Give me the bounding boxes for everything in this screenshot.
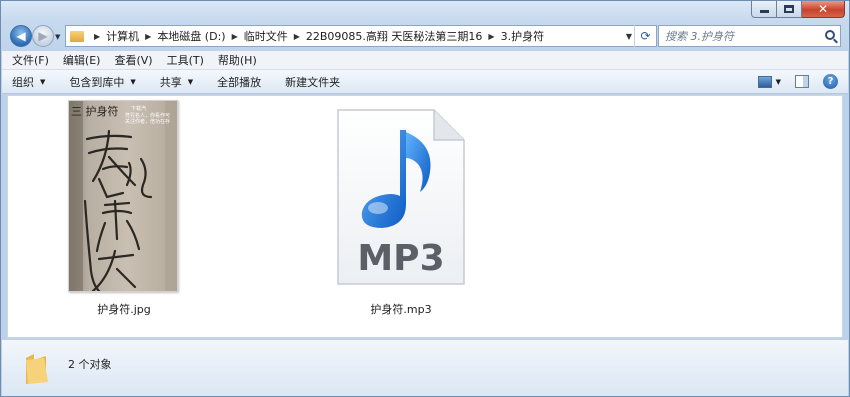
search-box[interactable]: 搜索 3.护身符 — [658, 25, 841, 47]
file-list-area[interactable]: 三 护身符 下载汽 符咒名人，你看作可 关注你者，倍功在存 护身符.jpg MP… — [7, 95, 843, 338]
menu-bar: 文件(F) 编辑(E) 查看(V) 工具(T) 帮助(H) — [2, 51, 848, 70]
share-button[interactable]: 共享 ▼ — [160, 74, 193, 90]
address-bar[interactable]: ▶ 计算机 ▶ 本地磁盘 (D:) ▶ 临时文件 ▶ 22B09085.高翔 天… — [65, 25, 657, 47]
new-folder-label: 新建文件夹 — [285, 75, 341, 89]
recent-pages-dropdown[interactable]: ▼ — [55, 33, 60, 41]
view-dropdown-icon[interactable]: ▼ — [776, 78, 781, 86]
menu-view[interactable]: 查看(V) — [114, 52, 152, 68]
include-library-button[interactable]: 包含到库中 ▼ — [69, 74, 135, 90]
breadcrumb-current[interactable]: 3.护身符 — [501, 28, 545, 44]
breadcrumb-course[interactable]: 22B09085.高翔 天医秘法第三期16 — [306, 28, 483, 44]
play-all-button[interactable]: 全部播放 — [217, 74, 261, 90]
include-library-label: 包含到库中 — [69, 75, 125, 89]
explorer-window: ✕ ◀ ▶ ▼ ▶ 计算机 ▶ 本地磁盘 (D:) ▶ 临时文件 ▶ 22B09… — [0, 0, 850, 397]
minimize-button[interactable] — [751, 1, 777, 18]
file-name-mp3[interactable]: 护身符.mp3 — [326, 301, 476, 317]
breadcrumb-chevron-icon[interactable]: ▶ — [294, 32, 300, 41]
breadcrumb-drive[interactable]: 本地磁盘 (D:) — [157, 28, 225, 44]
breadcrumb-chevron-icon[interactable]: ▶ — [145, 32, 151, 41]
breadcrumb-temp[interactable]: 临时文件 — [244, 28, 288, 44]
menu-tools[interactable]: 工具(T) — [167, 52, 204, 68]
menu-help[interactable]: 帮助(H) — [218, 52, 257, 68]
minimize-icon — [759, 10, 769, 13]
forward-button[interactable]: ▶ — [32, 25, 54, 47]
file-name-jpg[interactable]: 护身符.jpg — [60, 301, 188, 317]
view-controls: ▼ ? — [757, 74, 838, 89]
chevron-down-icon: ▼ — [187, 77, 194, 86]
image-thumbnail: 三 护身符 下载汽 符咒名人，你看作可 关注你者，倍功在存 — [68, 100, 178, 292]
forward-arrow-icon: ▶ — [38, 29, 48, 43]
breadcrumb-chevron-icon[interactable]: ▶ — [94, 32, 100, 41]
thumbnail-note2: 关注你者，倍功在存 — [125, 118, 170, 125]
item-count: 2 个对象 — [68, 358, 112, 371]
refresh-icon: ⟳ — [640, 29, 651, 43]
mp3-badge: MP3 — [357, 238, 445, 279]
address-dropdown-icon[interactable]: ▼ — [626, 32, 632, 41]
close-icon: ✕ — [817, 2, 829, 16]
help-icon[interactable]: ? — [823, 74, 838, 89]
maximize-icon — [784, 5, 794, 13]
back-button[interactable]: ◀ — [10, 25, 32, 47]
maximize-button[interactable] — [777, 1, 802, 18]
share-label: 共享 — [159, 75, 182, 89]
new-folder-button[interactable]: 新建文件夹 — [285, 74, 340, 90]
thumbnail-note1: 符咒名人，你看作可 — [125, 112, 170, 119]
change-view-icon[interactable] — [757, 75, 772, 88]
thumbnail-title: 三 护身符 — [71, 104, 119, 118]
command-bar: 组织 ▼ 包含到库中 ▼ 共享 ▼ 全部播放 新建文件夹 ▼ ? — [2, 70, 848, 94]
file-item-mp3[interactable]: MP3 护身符.mp3 — [326, 108, 476, 316]
refresh-button[interactable]: ⟳ — [634, 25, 656, 47]
play-all-label: 全部播放 — [217, 75, 262, 89]
organize-label: 组织 — [12, 75, 34, 89]
chevron-down-icon: ▼ — [40, 77, 46, 86]
preview-pane-icon[interactable] — [795, 75, 809, 88]
thumbnail-sign: 下载汽 — [131, 105, 146, 112]
folder-icon — [70, 30, 84, 42]
navigation-row: ◀ ▶ ▼ ▶ 计算机 ▶ 本地磁盘 (D:) ▶ 临时文件 ▶ 22B0908… — [7, 23, 843, 49]
talisman-drawing: 三 护身符 下载汽 符咒名人，你看作可 关注你者，倍功在存 — [69, 101, 177, 291]
caption-buttons: ✕ — [751, 1, 845, 18]
close-button[interactable]: ✕ — [802, 1, 845, 18]
talisman-strokes — [83, 129, 153, 291]
back-arrow-icon: ◀ — [16, 29, 26, 43]
breadcrumb-chevron-icon[interactable]: ▶ — [232, 32, 238, 41]
breadcrumb-computer[interactable]: 计算机 — [106, 28, 139, 44]
folder-icon — [26, 354, 48, 384]
menu-file[interactable]: 文件(F) — [12, 52, 49, 68]
search-placeholder: 搜索 3.护身符 — [665, 30, 734, 43]
search-icon[interactable] — [825, 30, 835, 40]
chevron-down-icon: ▼ — [130, 77, 136, 86]
organize-button[interactable]: 组织 ▼ — [12, 74, 45, 90]
breadcrumb-chevron-icon[interactable]: ▶ — [488, 32, 494, 41]
menu-edit[interactable]: 编辑(E) — [63, 52, 101, 68]
details-pane: 2 个对象 — [2, 339, 848, 396]
